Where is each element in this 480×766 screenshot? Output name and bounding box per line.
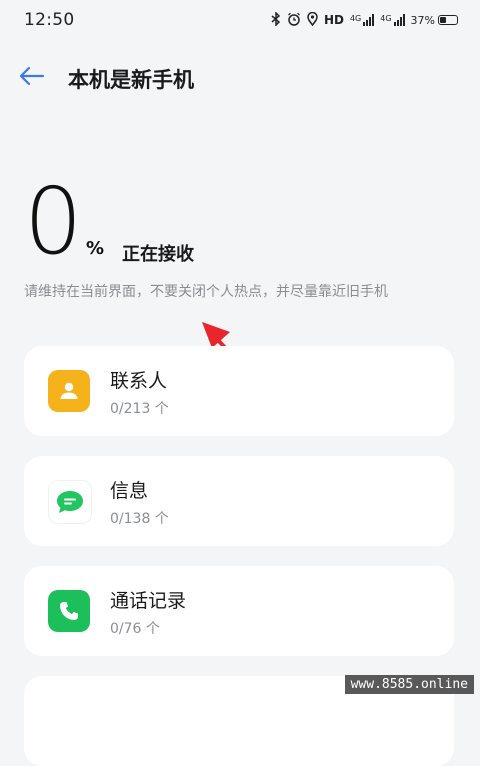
signal-icon-2: 4G (380, 14, 405, 26)
alarm-icon (287, 12, 301, 29)
battery-fill (440, 17, 446, 23)
network-type-2: 4G (380, 14, 392, 23)
item-count: 0/138 个 (110, 511, 169, 527)
list-item-call-logs[interactable]: 通话记录 0/76 个 (24, 566, 454, 656)
battery-indicator: 37% (411, 14, 458, 27)
item-count: 0/76 个 (110, 621, 160, 637)
battery-percent: 37% (410, 13, 435, 27)
status-time: 12:50 (24, 10, 75, 30)
item-count: 0/213 个 (110, 401, 169, 417)
status-icons: HD 4G 4G 37% (271, 10, 458, 29)
app-header: 本机是新手机 (0, 58, 480, 98)
back-arrow-icon (19, 66, 45, 90)
location-icon (307, 11, 318, 29)
list-item-contacts[interactable]: 联系人 0/213 个 (24, 346, 454, 436)
network-type-1: 4G (349, 14, 362, 23)
contacts-icon (48, 370, 90, 412)
hint-text: 请维持在当前界面，不要关闭个人热点，并尽量靠近旧手机 (24, 284, 388, 300)
item-title: 信息 (110, 480, 149, 502)
battery-icon (438, 15, 458, 25)
list-item-messages[interactable]: 信息 0/138 个 (24, 456, 454, 546)
watermark: www.8585.online (344, 675, 474, 694)
message-icon (48, 480, 92, 524)
signal-icon: 4G (349, 14, 375, 26)
progress-status: 正在接收 (122, 244, 194, 265)
bluetooth-icon (271, 10, 281, 29)
status-bar: 12:50 HD 4G 4G 37% (0, 0, 480, 40)
item-title: 联系人 (110, 370, 168, 392)
progress-unit: % (86, 238, 105, 259)
hd-icon: HD (323, 13, 344, 27)
item-title: 通话记录 (110, 590, 187, 612)
phone-icon (48, 590, 90, 632)
progress-block: 0 % 正在接收 (24, 176, 464, 276)
page-title: 本机是新手机 (68, 68, 194, 92)
progress-value: 0 (24, 168, 83, 275)
back-button[interactable] (16, 64, 48, 92)
